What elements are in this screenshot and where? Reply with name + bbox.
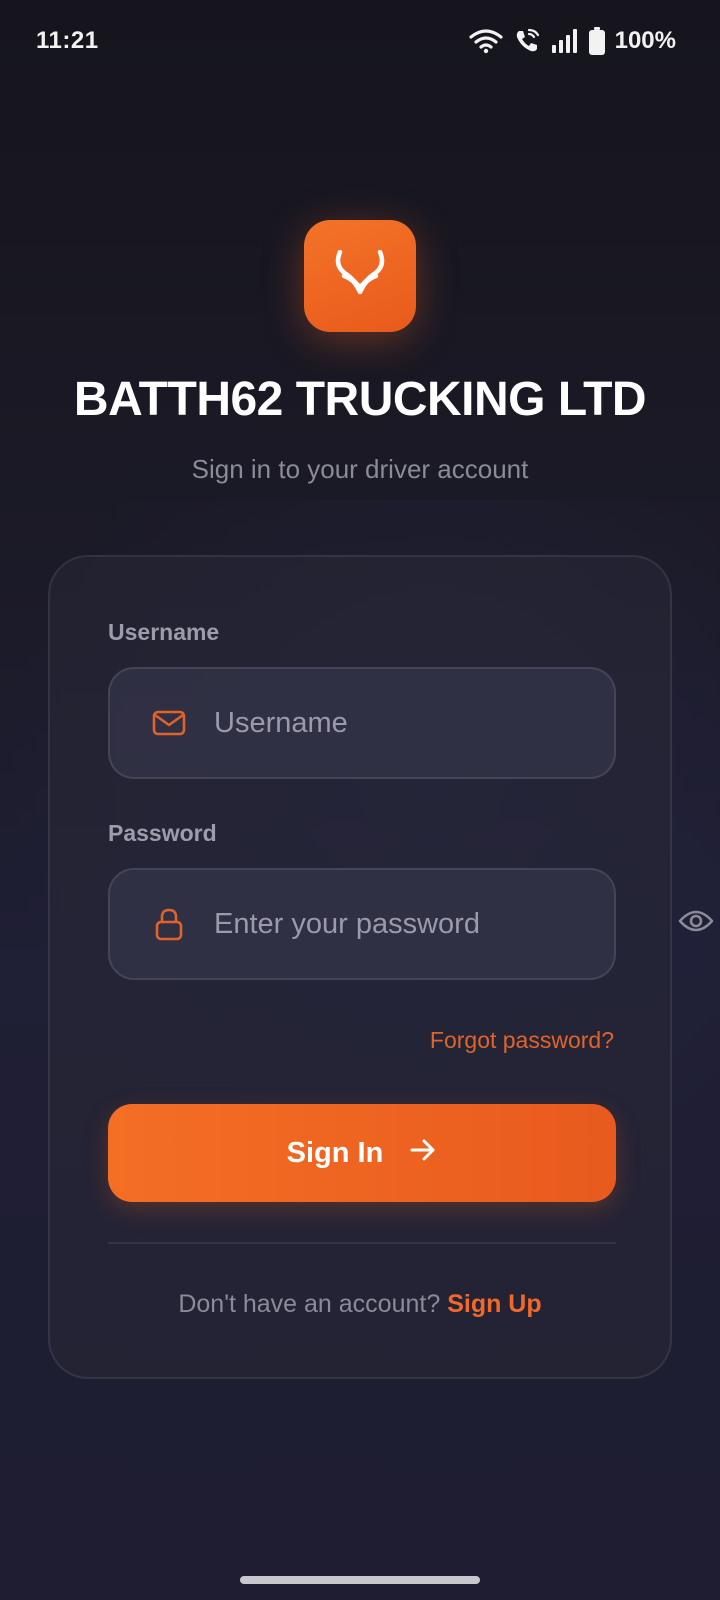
arrow-right-icon [409,1137,437,1170]
password-label: Password [108,820,217,846]
username-label: Username [108,619,220,645]
forgot-password-link[interactable]: Forgot password? [430,1027,614,1054]
eye-icon[interactable] [678,908,718,938]
horns-logo-icon [332,249,388,303]
sign-in-button[interactable]: Sign In [108,1104,616,1202]
battery-percentage: 100% [614,27,676,54]
password-field-container [108,868,616,980]
mail-icon [152,706,186,740]
home-indicator[interactable] [240,1576,480,1584]
sign-in-label: Sign In [286,1136,384,1169]
lock-icon [152,907,186,941]
wifi-calling-icon [513,27,541,55]
app-subtitle: Sign in to your driver account [191,454,529,484]
password-input[interactable] [214,870,594,978]
app-logo [304,220,416,332]
app-title: BATTH62 TRUCKING LTD [73,373,647,426]
signup-prompt: Don't have an account? Sign Up [50,1290,670,1319]
battery-icon [588,27,605,55]
no-account-text: Don't have an account? [178,1290,448,1318]
signal-icon [551,28,579,54]
login-card: Username Password Forgot password? Sign … [48,555,672,1379]
username-input[interactable] [214,669,594,777]
status-time: 11:21 [36,27,99,54]
status-bar: 11:21 100% [0,0,720,84]
status-icons: 100% [469,26,676,56]
username-field-container [108,667,616,779]
divider [108,1242,616,1244]
wifi-icon [469,28,503,54]
sign-up-link[interactable]: Sign Up [447,1290,541,1318]
